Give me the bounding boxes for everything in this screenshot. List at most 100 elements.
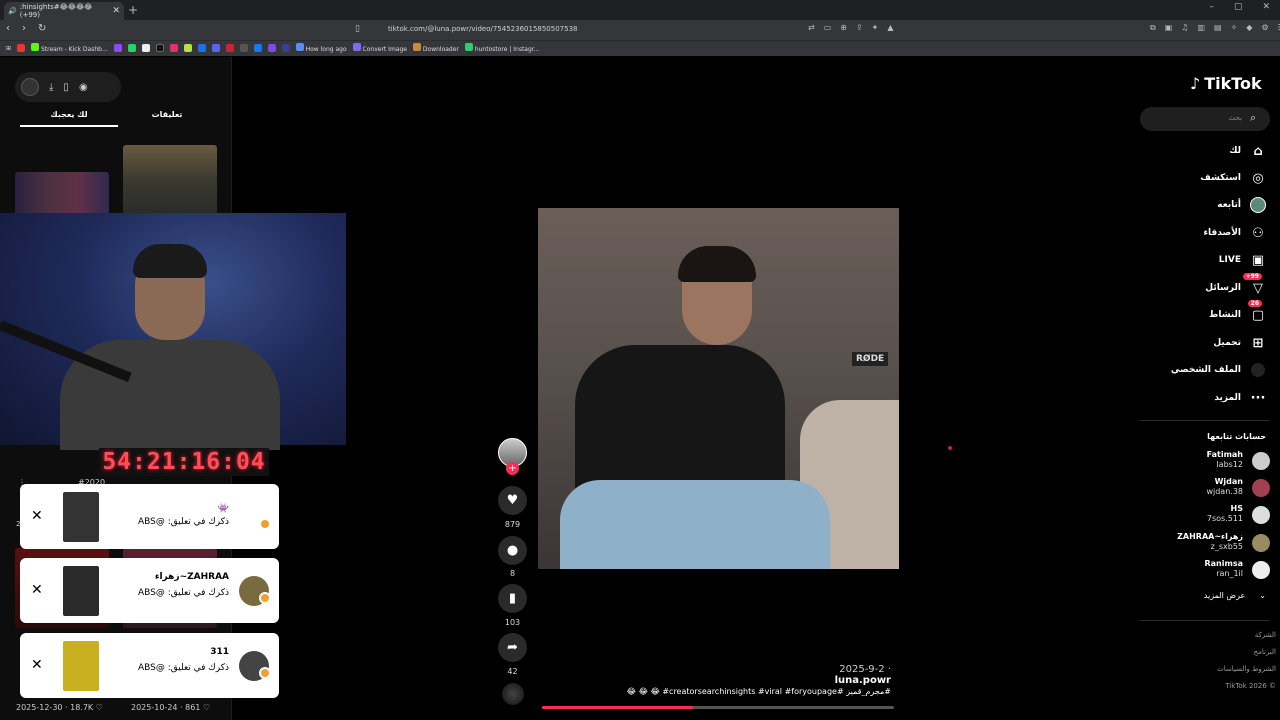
bookmark-gray-icon[interactable] [239, 44, 248, 52]
notification-toast[interactable]: ✕ 311 ذكرك في تعليق: @ABS [20, 633, 279, 698]
tiktok-logo[interactable]: ♪ TikTok [1190, 74, 1262, 93]
following-account[interactable]: Wjdan wjdan.38 [1140, 477, 1270, 501]
tiktok-bookmark-icon[interactable] [155, 44, 164, 52]
nav-item-following[interactable]: أتابعه [1217, 197, 1266, 213]
notification-toast[interactable]: ✕ 👾 ذكرك في تعليق: @ABS [20, 484, 279, 549]
facebook-icon[interactable] [253, 44, 262, 52]
bookmark-blue-icon[interactable] [197, 44, 206, 52]
bookmark-downloader[interactable]: Downloader [412, 43, 459, 53]
download-icon[interactable]: ⤓ [49, 82, 53, 93]
tab-for-you[interactable]: لك يعجبك [20, 110, 118, 127]
share-page-icon[interactable]: ⇪ [856, 23, 863, 32]
zoom-icon[interactable]: ⊕ [840, 23, 847, 32]
bookmark-discord-icon[interactable] [211, 44, 220, 52]
puzzle-icon[interactable]: ⧉ [1150, 23, 1156, 33]
nav-item-explore[interactable]: استكشف ◎ [1200, 170, 1266, 186]
x-icon[interactable] [141, 44, 150, 52]
footer-link-company[interactable]: الشركة [1160, 631, 1276, 639]
nav-item-upload[interactable]: تحميل ⊞ [1213, 335, 1266, 351]
new-tab-button[interactable]: + [128, 3, 138, 17]
twitch-icon[interactable] [113, 44, 122, 52]
nav-item-more[interactable]: المزيد ··· [1214, 390, 1266, 406]
close-icon[interactable]: ✕ [31, 582, 43, 598]
wallet-icon[interactable]: ▤ [1214, 23, 1222, 33]
close-icon[interactable]: ✕ [31, 508, 43, 524]
account-username: labs12 [1216, 460, 1243, 469]
share-count: 42 [507, 667, 518, 676]
footer-link-terms[interactable]: الشروط والسياسات [1160, 665, 1276, 673]
nav-item-live[interactable]: LIVE ▣ [1219, 252, 1266, 268]
live-icon: ▣ [1251, 252, 1265, 268]
video-thumbnail[interactable] [15, 172, 109, 216]
bookmark-purple-icon[interactable] [267, 44, 276, 52]
forward-arrow-icon[interactable]: › [22, 23, 26, 34]
music-icon[interactable]: ♫ [1181, 23, 1188, 33]
screenshot-icon[interactable]: ▣ [1165, 23, 1173, 33]
notification-text: ذكرك في تعليق: @ABS [137, 588, 229, 598]
browser-tab[interactable]: 🔊 :hinsights#😂😂😂😂(+99) ✕ [4, 2, 124, 20]
youtube-bookmark-icon[interactable] [17, 44, 26, 52]
extension-icon[interactable]: ✦ [872, 23, 879, 32]
bookmark-star-icon[interactable]: ▯ [355, 24, 360, 34]
reload-icon[interactable]: ↻ [38, 23, 46, 34]
save-button[interactable]: ▮ [498, 584, 527, 613]
bookmark-kick[interactable]: Stream - Kick Dashb... [31, 43, 108, 53]
video-author-line[interactable]: 2025-9-2 · luna.powr [790, 664, 891, 686]
nav-item-home[interactable]: لك ⌂ [1229, 143, 1266, 159]
search-icon[interactable]: ⌕ [1250, 111, 1256, 125]
notification-toast[interactable]: ✕ ZAHRAA~زهراء ذكرك في تعليق: @ABS [20, 558, 279, 623]
store-icon [464, 43, 473, 51]
back-arrow-icon[interactable]: ‹ [6, 23, 10, 34]
footer-link-program[interactable]: البرنامج [1160, 648, 1276, 656]
bookmark-red-icon[interactable] [225, 44, 234, 52]
whatsapp-icon[interactable] [127, 44, 136, 52]
video-author[interactable]: luna.powr [835, 675, 891, 686]
compass-icon[interactable]: ◉ [79, 82, 88, 93]
share-button[interactable]: ➦ [498, 633, 527, 662]
close-window-button[interactable]: ✕ [1262, 2, 1270, 12]
apps-grid-icon[interactable]: ⊞ [6, 45, 11, 52]
following-account[interactable]: ZAHRAA~زهراء z_sxb55 [1140, 532, 1270, 556]
shield-icon[interactable]: ▲ [887, 23, 893, 32]
follow-plus-icon[interactable]: + [506, 462, 519, 475]
tab-close-icon[interactable]: ✕ [112, 6, 120, 16]
nav-label: تحميل [1213, 338, 1241, 348]
nav-item-messages[interactable]: الرسائل ▽ +99 [1205, 273, 1266, 296]
close-icon[interactable]: ✕ [31, 657, 43, 673]
bookmark-green-icon[interactable] [183, 44, 192, 52]
more-icon: ··· [1250, 390, 1266, 406]
bookmark-convert-image[interactable]: Convert Image [352, 43, 407, 53]
instagram-icon[interactable] [169, 44, 178, 52]
cast-icon[interactable]: ▭ [824, 23, 832, 32]
music-disc-icon[interactable] [502, 683, 524, 705]
left-tabs: لك يعجبك تعليقات [20, 110, 216, 127]
account-name: HS [1230, 504, 1243, 513]
nav-item-activity[interactable]: النشاط ▢ 26 [1209, 300, 1266, 323]
home-icon: ⌂ [1253, 143, 1263, 159]
nav-item-profile[interactable]: الملف الشخصي [1171, 362, 1266, 378]
like-button[interactable]: ♥ [498, 486, 527, 515]
comment-button[interactable]: ● [498, 536, 527, 565]
maximize-button[interactable]: ▢ [1234, 2, 1243, 12]
sidebar-icon[interactable]: ▥ [1197, 23, 1205, 33]
bookmark-navy-icon[interactable] [281, 44, 290, 52]
following-account[interactable]: Fatimah labs12 [1140, 450, 1270, 474]
bookmark-icon: ▮ [508, 591, 517, 606]
following-account[interactable]: Ranimsa ran_1il [1140, 559, 1270, 583]
video-thumbnail[interactable] [123, 145, 217, 215]
bookmark-huntostore[interactable]: huntostore | Instagr... [464, 43, 539, 53]
notification-name: ZAHRAA~زهراء [154, 572, 229, 582]
minimize-button[interactable]: – [1209, 2, 1214, 12]
tab-comments[interactable]: تعليقات [118, 110, 216, 127]
translate-icon[interactable]: ⇄ [808, 23, 815, 32]
vpn-icon[interactable]: ◆ [1246, 23, 1252, 33]
phone-icon[interactable]: ▯ [63, 82, 69, 93]
nav-item-friends[interactable]: الأصدقاء ⚇ [1203, 225, 1266, 241]
see-more-button[interactable]: عرض المزيد ⌄ [1140, 591, 1266, 600]
bookmark-how-long-ago[interactable]: How long ago [295, 43, 347, 53]
following-account[interactable]: HS 7sos.511 [1140, 504, 1270, 528]
url-input[interactable]: tiktok.com/@luna.powr/video/754523601585… [388, 25, 577, 33]
settings-icon[interactable]: ⚙ [1261, 23, 1268, 33]
creator-avatar[interactable] [21, 78, 39, 96]
ai-icon[interactable]: ✧ [1231, 23, 1238, 33]
